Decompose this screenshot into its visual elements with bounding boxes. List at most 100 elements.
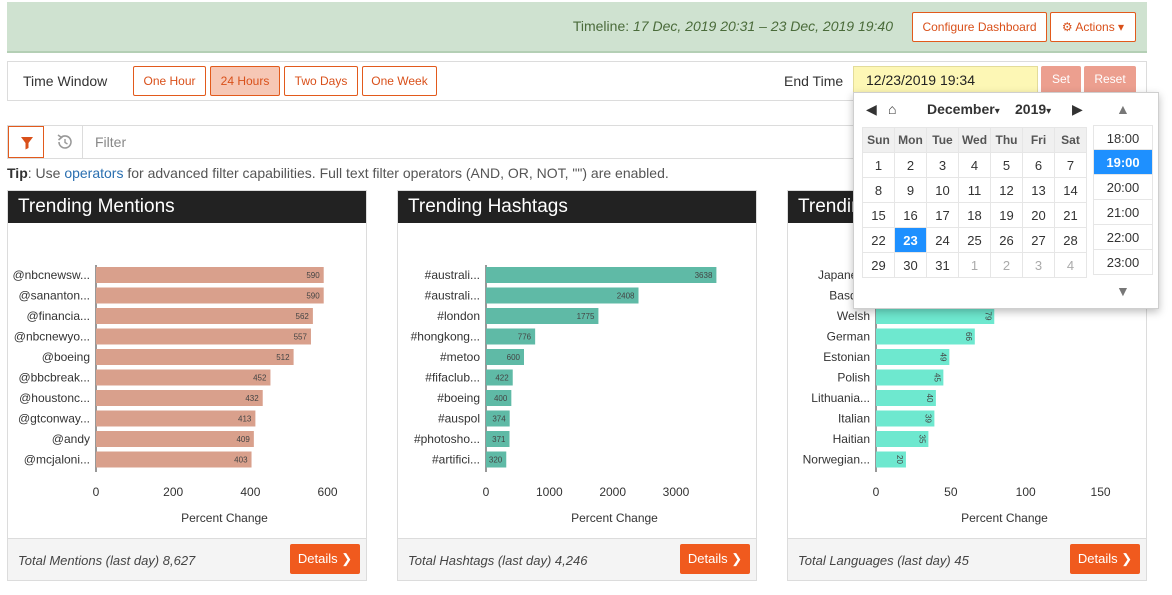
time-scroll-up-icon[interactable]: ▲ [1116,101,1130,117]
calendar-day[interactable]: 18 [958,202,991,228]
chart-bar[interactable] [876,349,950,365]
chart-bar[interactable] [876,308,995,324]
weekday-header: Wed [958,127,991,153]
calendar-day[interactable]: 10 [926,177,959,203]
calendar-day[interactable]: 26 [990,227,1023,253]
chart-bar[interactable] [486,287,639,304]
details-button[interactable]: Details ❯ [680,544,750,574]
calendar-day[interactable]: 28 [1054,227,1087,253]
chart-bar[interactable] [96,431,254,447]
calendar-day[interactable]: 4 [1054,252,1087,278]
chart-bar[interactable] [96,349,294,365]
chevron-right-icon: ❯ [341,551,353,566]
calendar-day[interactable]: 12 [990,177,1023,203]
calendar-day[interactable]: 15 [862,202,895,228]
home-icon[interactable]: ⌂ [888,101,896,117]
time-option[interactable]: 18:00 [1093,125,1153,150]
chart-bar[interactable] [96,410,256,427]
calendar-day[interactable]: 20 [1022,202,1055,228]
set-button[interactable]: Set [1041,66,1081,95]
time-option[interactable]: 22:00 [1093,225,1153,250]
timeline-label: Timeline: [572,18,630,34]
chart-bar[interactable] [96,308,313,324]
operators-link[interactable]: operators [64,165,123,181]
bar-value-label: 403 [234,456,248,465]
chart-bar[interactable] [96,287,324,304]
details-button[interactable]: Details ❯ [290,544,360,574]
chart-bar[interactable] [876,328,975,345]
filter-button[interactable] [8,126,44,158]
calendar-day[interactable]: 17 [926,202,959,228]
x-tick-label: 2000 [599,485,626,499]
history-button[interactable] [45,126,83,158]
calendar-day[interactable]: 19 [990,202,1023,228]
x-tick-label: 3000 [663,485,690,499]
calendar-day[interactable]: 6 [1022,152,1055,178]
chart-bar[interactable] [96,390,263,406]
category-label: @mcjaloni... [24,453,90,467]
actions-button[interactable]: ⚙ Actions ▾ [1050,12,1136,42]
time-window-one-week-button[interactable]: One Week [362,66,437,96]
chart-bar[interactable] [486,267,717,283]
calendar-day[interactable]: 4 [958,152,991,178]
calendar-day[interactable]: 3 [926,152,959,178]
prev-month-icon[interactable]: ◀ [866,101,877,118]
weekday-header: Tue [926,127,959,153]
calendar-day[interactable]: 1 [862,152,895,178]
filter-input[interactable]: Filter [95,134,126,150]
calendar-day[interactable]: 23 [894,227,927,253]
time-option[interactable]: 19:00 [1093,150,1153,175]
category-label: Polish [837,371,870,385]
time-window-two-days-button[interactable]: Two Days [284,66,358,96]
bar-value-label: 422 [495,374,509,383]
calendar-day[interactable]: 31 [926,252,959,278]
category-label: @nbcnewsw... [12,268,90,282]
calendar-day[interactable]: 25 [958,227,991,253]
hashtags-chart: #australi... 3638 #australi... 2408 #london 1… [398,223,756,539]
calendar-day[interactable]: 27 [1022,227,1055,253]
calendar-day[interactable]: 2 [894,152,927,178]
configure-dashboard-button[interactable]: Configure Dashboard [912,12,1047,42]
calendar-day[interactable]: 14 [1054,177,1087,203]
chart-bar[interactable] [96,369,271,386]
calendar-day[interactable]: 29 [862,252,895,278]
chevron-right-icon: ❯ [1121,551,1133,566]
category-label: #london [437,309,480,323]
category-label: @sananton... [18,289,90,303]
end-time-input[interactable]: 12/23/2019 19:34 [853,66,1038,95]
calendar-day[interactable]: 1 [958,252,991,278]
bar-value-label: 409 [236,435,250,444]
time-option[interactable]: 20:00 [1093,175,1153,200]
calendar-day[interactable]: 13 [1022,177,1055,203]
x-tick-label: 400 [240,485,260,499]
calendar-day[interactable]: 9 [894,177,927,203]
panel-title: Trending Hashtags [398,191,756,223]
calendar-day[interactable]: 7 [1054,152,1087,178]
month-select[interactable]: December▾ [927,101,1000,117]
calendar-day[interactable]: 11 [958,177,991,203]
chart-bar[interactable] [96,451,252,468]
calendar-day[interactable]: 8 [862,177,895,203]
next-month-icon[interactable]: ▶ [1072,101,1083,118]
calendar-day[interactable]: 21 [1054,202,1087,228]
time-option[interactable]: 21:00 [1093,200,1153,225]
calendar-day[interactable]: 2 [990,252,1023,278]
chart-bar[interactable] [96,328,311,345]
chart-bar[interactable] [96,267,324,283]
category-label: @boeing [42,350,90,364]
calendar-day[interactable]: 5 [990,152,1023,178]
calendar-day[interactable]: 24 [926,227,959,253]
time-option[interactable]: 23:00 [1093,250,1153,275]
time-window-one-hour-button[interactable]: One Hour [133,66,206,96]
time-scroll-down-icon[interactable]: ▼ [1116,283,1130,299]
calendar-day[interactable]: 22 [862,227,895,253]
time-window-24-hours-button[interactable]: 24 Hours [210,66,280,96]
calendar-day[interactable]: 16 [894,202,927,228]
details-button[interactable]: Details ❯ [1070,544,1140,574]
year-select[interactable]: 2019▾ [1015,101,1051,117]
reset-button[interactable]: Reset [1084,66,1136,95]
calendar-day[interactable]: 30 [894,252,927,278]
panel-footer: Total Mentions (last day) 8,627 Details … [8,538,366,580]
calendar-day[interactable]: 3 [1022,252,1055,278]
bar-value-label: 35 [917,435,926,444]
